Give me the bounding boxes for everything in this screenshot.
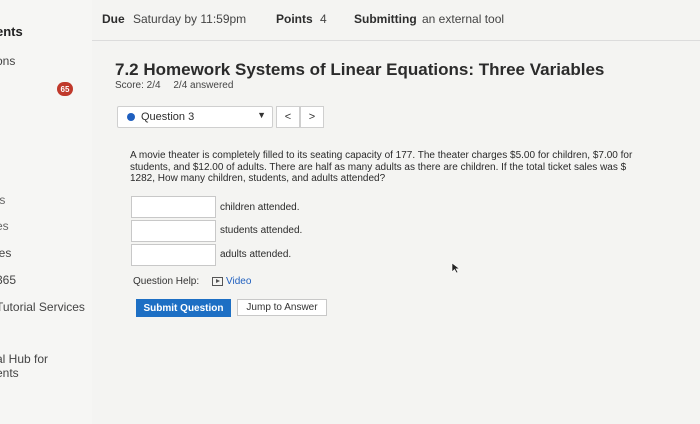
video-icon	[212, 277, 223, 286]
adults-answer-label: adults attended.	[220, 249, 292, 260]
points-value: 4	[320, 12, 327, 26]
next-question-button[interactable]: >	[300, 106, 324, 128]
question-help-label: Question Help:	[133, 276, 200, 287]
submitting-value: an external tool	[422, 12, 505, 26]
students-answer-label: students attended.	[220, 225, 303, 236]
adults-answer-input[interactable]	[131, 244, 216, 266]
problem-text: A movie theater is completely filled to …	[130, 150, 633, 184]
mouse-cursor-icon	[451, 262, 461, 274]
sidebar-item-assignments[interactable]: ents	[0, 24, 23, 39]
children-answer-input[interactable]	[131, 196, 216, 218]
jump-to-answer-button[interactable]: Jump to Answer	[237, 299, 327, 316]
sidebar-item-hub-line1[interactable]: al Hub for	[0, 352, 48, 366]
submit-question-button[interactable]: Submit Question	[136, 299, 231, 317]
question-select[interactable]: Question 3 ▼	[117, 106, 273, 128]
due-label: Due	[102, 12, 125, 26]
answered-count: 2/4 answered	[173, 80, 234, 91]
sidebar-item-hub-line2[interactable]: ents	[0, 366, 19, 380]
previous-question-button[interactable]: <	[276, 106, 300, 128]
points-label: Points	[276, 12, 313, 26]
sidebar-item-modules[interactable]: es	[0, 219, 9, 233]
score-line: Score: 2/4 2/4 answered	[115, 80, 243, 91]
submitting-label: Submitting	[354, 12, 417, 26]
sidebar-item-office-365[interactable]: 365	[0, 273, 16, 287]
sidebar-item-tutorial-services[interactable]: Tutorial Services	[0, 300, 85, 314]
sidebar-item-discussions[interactable]: ons	[0, 54, 15, 68]
children-answer-label: children attended.	[220, 202, 300, 213]
due-value: Saturday by 11:59pm	[133, 12, 247, 26]
caret-down-icon: ▼	[257, 110, 266, 120]
students-answer-input[interactable]	[131, 220, 216, 242]
sidebar-item-files[interactable]: les	[0, 246, 11, 260]
question-select-value: Question 3	[141, 111, 195, 123]
assignment-details-bar: Due Saturday by 11:59pm Points 4 Submitt…	[92, 0, 700, 41]
course-sidebar: ents ons 65 ıs es les 365 Tutorial Servi…	[0, 0, 92, 424]
question-status-icon	[127, 113, 135, 121]
notification-badge: 65	[57, 82, 73, 96]
page-title: 7.2 Homework Systems of Linear Equations…	[115, 60, 605, 79]
sidebar-item-quizzes[interactable]: ıs	[0, 193, 5, 207]
score-value: Score: 2/4	[115, 80, 161, 91]
video-link-label: Video	[226, 276, 252, 287]
video-help-link[interactable]: Video	[212, 276, 251, 287]
